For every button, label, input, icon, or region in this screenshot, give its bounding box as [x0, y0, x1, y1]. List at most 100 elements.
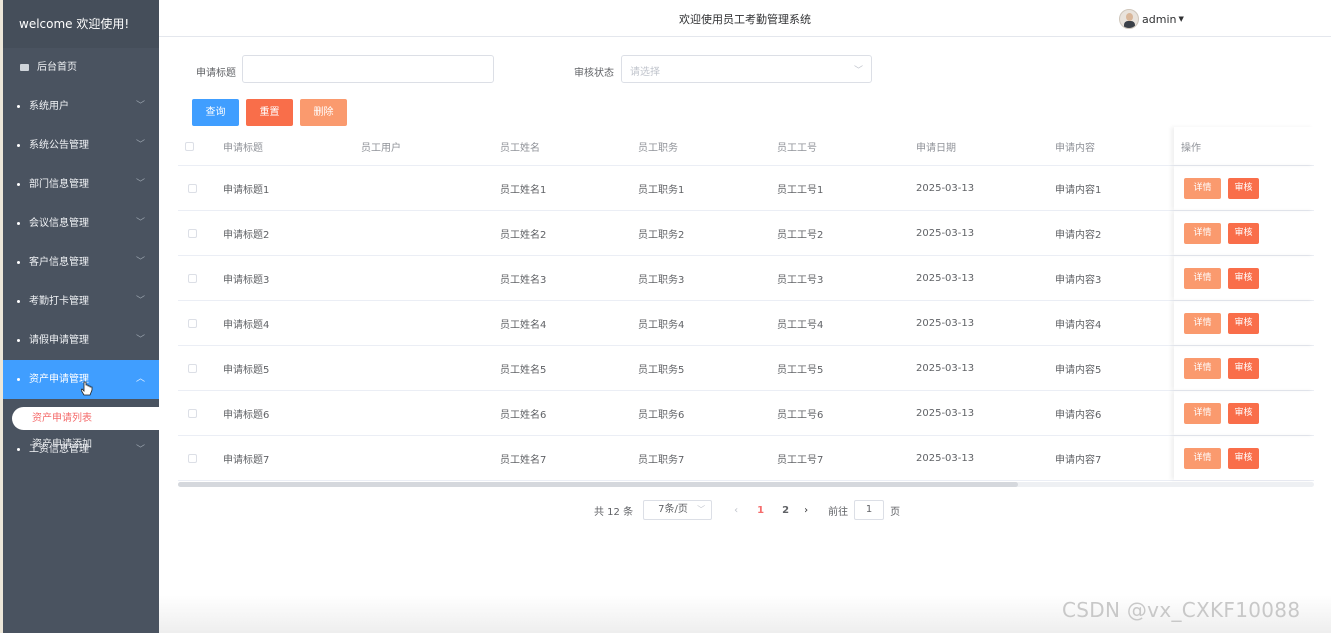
horizontal-scrollbar[interactable]	[178, 482, 1314, 487]
checkbox[interactable]	[188, 273, 197, 283]
page-2[interactable]: 2	[773, 505, 798, 516]
bullet-icon	[17, 221, 20, 225]
row-checkbox[interactable]	[188, 436, 197, 480]
audit-button[interactable]: 审核	[1228, 312, 1259, 334]
cell-job: 员工职务5	[638, 364, 685, 376]
sidebar-item-label: 请假申请管理	[29, 335, 89, 346]
detail-button[interactable]: 详情	[1184, 447, 1221, 469]
checkbox[interactable]	[188, 183, 197, 193]
page-1[interactable]: 1	[748, 505, 773, 516]
title-label: 申请标题	[196, 68, 236, 79]
audit-button[interactable]: 审核	[1228, 447, 1259, 469]
row-actions: 详情 审核	[1184, 346, 1266, 390]
page-size-value: 7条/页	[658, 504, 688, 515]
row-actions: 详情 审核	[1184, 301, 1266, 345]
checkbox[interactable]	[185, 141, 194, 151]
operation-cell: 详情 审核	[1174, 256, 1314, 300]
row-checkbox[interactable]	[188, 391, 197, 435]
sidebar-item-attendance[interactable]: 考勤打卡管理 ﹀	[3, 282, 159, 321]
checkbox[interactable]	[188, 318, 197, 328]
title-search-input[interactable]	[242, 55, 494, 83]
sidebar-item-label: 资产申请管理	[29, 374, 89, 385]
bullet-icon	[17, 377, 20, 381]
cell-no: 员工工号3	[777, 274, 824, 286]
watermark: CSDN @vx_CXKF10088	[1062, 598, 1301, 622]
submenu-item-asset-list[interactable]: 资产申请列表	[12, 407, 162, 430]
sidebar-item-label: 工资信息管理	[29, 444, 89, 455]
goto-page-input[interactable]: 1	[854, 500, 885, 520]
bullet-icon	[17, 338, 20, 342]
audit-button[interactable]: 审核	[1228, 177, 1259, 199]
audit-button[interactable]: 审核	[1228, 402, 1259, 424]
page-size-select[interactable]: 7条/页 ﹀	[643, 500, 713, 520]
operation-cell: 详情 审核	[1174, 166, 1314, 210]
row-checkbox[interactable]	[188, 211, 197, 255]
detail-button[interactable]: 详情	[1184, 357, 1221, 379]
table-row: 申请标题1 员工姓名1 员工职务1 员工工号1 2025-03-13 申请内容1…	[178, 166, 1314, 211]
cell-job: 员工职务6	[638, 409, 685, 421]
bullet-icon	[17, 143, 20, 147]
cell-title: 申请标题2	[223, 229, 270, 241]
sidebar-item-salary[interactable]: 工资信息管理 ﹀	[3, 438, 159, 462]
cell-no: 员工工号1	[777, 184, 824, 196]
sidebar: welcome 欢迎使用! 后台首页 系统用户 ﹀ 系统公告管理 ﹀ 部门信息管理 ﹀…	[0, 0, 162, 633]
sidebar-item-customers[interactable]: 客户信息管理 ﹀	[3, 243, 159, 282]
table-row: 申请标题4 员工姓名4 员工职务4 员工工号4 2025-03-13 申请内容4…	[178, 301, 1314, 346]
detail-button[interactable]: 详情	[1184, 222, 1221, 244]
checkbox[interactable]	[188, 408, 197, 418]
checkbox[interactable]	[188, 453, 197, 463]
sidebar-item-home[interactable]: 后台首页	[3, 48, 159, 87]
cell-name: 员工姓名4	[500, 319, 547, 331]
cell-name: 员工姓名3	[500, 274, 547, 286]
sidebar-item-notices[interactable]: 系统公告管理 ﹀	[3, 126, 159, 165]
cell-title: 申请标题3	[223, 274, 270, 286]
prev-page-icon[interactable]: ‹	[730, 505, 742, 516]
bullet-icon	[17, 260, 20, 264]
column-header: 员工用户	[361, 142, 401, 154]
row-checkbox[interactable]	[188, 166, 197, 210]
cell-date: 2025-03-13	[916, 182, 975, 194]
cell-content: 申请内容4	[1055, 319, 1102, 331]
chevron-up-icon: ︿	[135, 374, 145, 384]
checkbox[interactable]	[188, 228, 197, 238]
chevron-down-icon: ﹀	[135, 179, 145, 189]
chevron-down-icon: ﹀	[135, 335, 145, 345]
detail-button[interactable]: 详情	[1184, 177, 1221, 199]
chevron-down-icon: ﹀	[135, 445, 145, 455]
table-row: 申请标题6 员工姓名6 员工职务6 员工工号6 2025-03-13 申请内容6…	[178, 391, 1314, 436]
goto-label: 前往	[828, 506, 849, 518]
cell-no: 员工工号4	[777, 319, 824, 331]
next-page-icon[interactable]: ›	[800, 505, 812, 516]
query-button[interactable]: 查询	[192, 99, 239, 126]
cell-title: 申请标题6	[223, 409, 270, 421]
detail-button[interactable]: 详情	[1184, 312, 1221, 334]
chevron-down-icon: ﹀	[853, 66, 863, 76]
detail-button[interactable]: 详情	[1184, 402, 1221, 424]
sidebar-item-meetings[interactable]: 会议信息管理 ﹀	[3, 204, 159, 243]
audit-button[interactable]: 审核	[1228, 357, 1259, 379]
cell-content: 申请内容2	[1055, 229, 1102, 241]
operation-cell: 详情 审核	[1174, 211, 1314, 255]
cell-content: 申请内容6	[1055, 409, 1102, 421]
sidebar-item-leave[interactable]: 请假申请管理 ﹀	[3, 321, 159, 360]
row-checkbox[interactable]	[188, 256, 197, 300]
delete-button[interactable]: 删除	[300, 99, 347, 126]
audit-button[interactable]: 审核	[1228, 267, 1259, 289]
status-select[interactable]: 请选择 ﹀	[621, 55, 872, 83]
reset-button[interactable]: 重置	[246, 99, 293, 126]
sidebar-brand: welcome 欢迎使用!	[3, 0, 159, 48]
chevron-down-icon: ﹀	[135, 296, 145, 306]
sidebar-item-departments[interactable]: 部门信息管理 ﹀	[3, 165, 159, 204]
row-checkbox[interactable]	[188, 346, 197, 390]
select-all-checkbox[interactable]	[185, 127, 194, 165]
audit-button[interactable]: 审核	[1228, 222, 1259, 244]
cell-date: 2025-03-13	[916, 227, 975, 239]
checkbox[interactable]	[188, 363, 197, 373]
user-menu[interactable]: admin ▼	[1119, 9, 1184, 29]
detail-button[interactable]: 详情	[1184, 267, 1221, 289]
cell-no: 员工工号2	[777, 229, 824, 241]
row-checkbox[interactable]	[188, 301, 197, 345]
sidebar-item-system-users[interactable]: 系统用户 ﹀	[3, 87, 159, 126]
scrollbar-thumb[interactable]	[178, 482, 1018, 487]
cell-title: 申请标题4	[223, 319, 270, 331]
